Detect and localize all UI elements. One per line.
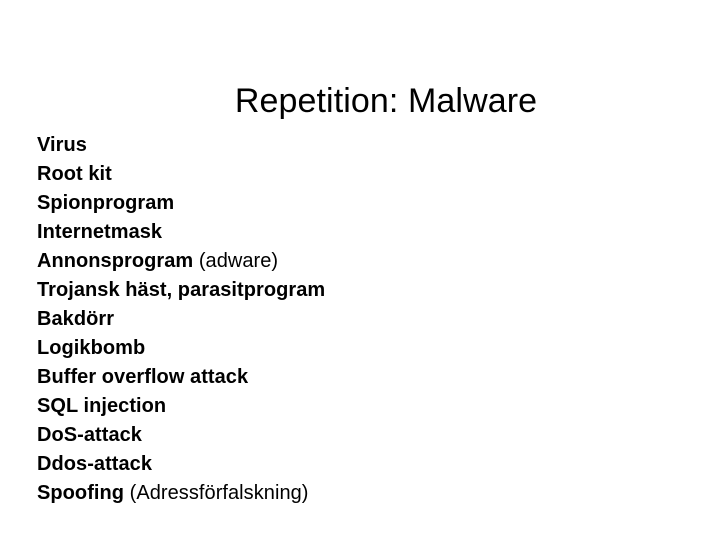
list-item: DoS-attack [37, 421, 677, 450]
list-item-term: Annonsprogram [37, 250, 194, 272]
list-item: Ddos-attack [37, 450, 677, 479]
list-item-term: DoS-attack [37, 424, 142, 446]
list-item-term: Virus [37, 134, 87, 156]
list-item: Spionprogram [37, 189, 677, 218]
list-item: Internetmask [37, 218, 677, 247]
list-item-term: Spionprogram [37, 192, 175, 214]
list-item: Logikbomb [37, 334, 677, 363]
list-item: Buffer overflow attack [37, 363, 677, 392]
page-title: Repetition: Malware [234, 81, 538, 120]
list-item-term: Buffer overflow attack [37, 366, 249, 388]
list-item: Bakdörr [37, 305, 677, 334]
list-item: SQL injection [37, 392, 677, 421]
list-item-term: Logikbomb [37, 337, 146, 359]
list-item: Trojansk häst, parasitprogram [37, 276, 677, 305]
list-item: Spoofing (Adressförfalskning) [37, 479, 677, 508]
list-item-term: Spoofing [37, 482, 125, 504]
list-item-term: Root kit [37, 163, 112, 185]
list-item-term: Internetmask [37, 221, 163, 243]
list-item-note: (adware) [193, 250, 279, 272]
list-item-note: (Adressförfalskning) [124, 482, 309, 504]
list-item-term: SQL injection [37, 395, 167, 417]
list-item-term: Trojansk häst, parasitprogram [37, 279, 326, 301]
list-item-term: Ddos-attack [37, 453, 153, 475]
list-item: Root kit [37, 160, 677, 189]
malware-list: Virus Root kit Spionprogram Internetmask… [37, 131, 677, 508]
list-item: Virus [37, 131, 677, 160]
list-item-term: Bakdörr [37, 308, 115, 330]
list-item: Annonsprogram (adware) [37, 247, 677, 276]
slide-canvas: Repetition: Malware Virus Root kit Spion… [0, 0, 720, 540]
